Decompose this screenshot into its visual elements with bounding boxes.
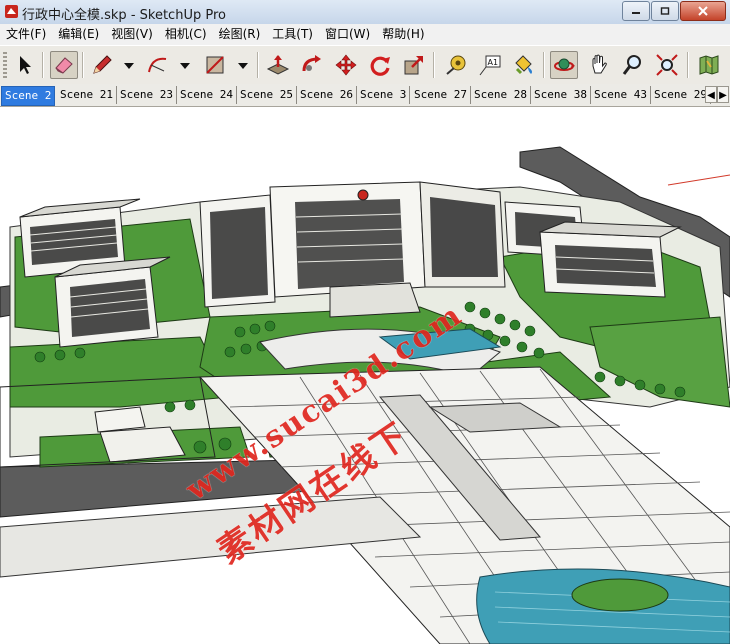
scene-tab[interactable]: Scene 24 (177, 86, 237, 104)
window-title: 行政中心全模.skp - SketchUp Pro (22, 8, 226, 23)
orbit-tool-button[interactable] (550, 51, 578, 79)
eraser-icon (55, 57, 73, 74)
zoom-tool-button[interactable] (619, 51, 647, 79)
maximize-icon (660, 7, 670, 15)
minimize-icon (632, 12, 640, 14)
rotate-tool-button[interactable] (366, 51, 394, 79)
paint-bucket-icon (515, 55, 532, 75)
paint-bucket-tool-button[interactable] (510, 51, 538, 79)
move-tool-button[interactable] (332, 51, 360, 79)
pencil-tool-button[interactable] (88, 51, 116, 79)
orbit-icon (554, 58, 575, 71)
shape-dropdown-icon[interactable] (238, 63, 248, 69)
rectangle-icon (206, 56, 224, 74)
menu-tools[interactable]: 工具(T) (266, 24, 319, 45)
pan-tool-button[interactable] (585, 51, 613, 79)
text-tool-label: A1 (488, 58, 499, 67)
toolbar-separator (543, 52, 545, 78)
map-tool-button[interactable] (695, 51, 723, 79)
toolbar-separator (257, 52, 259, 78)
follow-me-icon (302, 55, 321, 72)
maximize-button[interactable] (651, 1, 679, 21)
toolbar-separator (433, 52, 435, 78)
scene-tab[interactable]: Scene 2 (1, 86, 56, 106)
push-pull-tool-button[interactable] (264, 51, 292, 79)
building-right-lower (539, 221, 682, 298)
arc-dropdown-icon[interactable] (180, 63, 190, 69)
zoom-extents-tool-button[interactable] (653, 51, 681, 79)
move-icon (335, 54, 357, 76)
scene-tab[interactable]: Scene 29 (651, 86, 711, 104)
text-tool-button[interactable]: A1 (476, 51, 504, 79)
water-feature (476, 568, 730, 644)
menu-bar: 文件(F) 编辑(E) 视图(V) 相机(C) 绘图(R) 工具(T) 窗口(W… (0, 24, 730, 45)
toolbar-separator (687, 52, 689, 78)
scene-tab[interactable]: Scene 28 (471, 86, 531, 104)
push-pull-icon (266, 55, 290, 75)
arc-icon (148, 57, 167, 73)
scene-scroll-right-button[interactable]: ▶ (717, 86, 729, 103)
select-icon (20, 56, 31, 74)
map-icon (699, 55, 719, 75)
scene-tab[interactable]: Scene 3 (357, 86, 411, 104)
scale-tool-button[interactable] (400, 51, 428, 79)
pan-icon (592, 54, 607, 74)
scene-tab[interactable]: Scene 43 (591, 86, 651, 104)
rotate-icon (370, 56, 390, 76)
toolbar-separator (42, 52, 44, 78)
scene-scroll-left-button[interactable]: ◀ (705, 86, 717, 103)
close-icon (698, 6, 708, 16)
main-toolbar: A1 (0, 45, 730, 85)
zoom-icon (622, 55, 641, 75)
sketchup-logo-icon (5, 5, 18, 18)
arc-tool-button[interactable] (144, 51, 172, 79)
red-axis (667, 174, 730, 186)
menu-help[interactable]: 帮助(H) (376, 24, 430, 45)
scale-icon (404, 56, 423, 75)
scene-tab[interactable]: Scene 27 (411, 86, 471, 104)
lawn-left-lower (9, 336, 231, 408)
menu-edit[interactable]: 编辑(E) (52, 24, 105, 45)
toolbar-separator (82, 52, 84, 78)
menu-camera[interactable]: 相机(C) (159, 24, 213, 45)
scene-tab[interactable]: Scene 23 (117, 86, 177, 104)
scene-tab[interactable]: Scene 25 (237, 86, 297, 104)
pencil-icon (93, 55, 112, 74)
pavilion-left (94, 406, 146, 433)
menu-window[interactable]: 窗口(W) (319, 24, 376, 45)
follow-me-tool-button[interactable] (298, 51, 326, 79)
model-viewport[interactable]: www.sucai3d.com 素材网在线下 (0, 107, 730, 644)
zoom-extents-icon (656, 54, 678, 76)
menu-file[interactable]: 文件(F) (0, 24, 52, 45)
toolbar-grip[interactable] (3, 52, 7, 78)
menu-draw[interactable]: 绘图(R) (213, 24, 267, 45)
minimize-button[interactable] (622, 1, 650, 21)
title-bar: 行政中心全模.skp - SketchUp Pro (0, 0, 730, 25)
eraser-tool-button[interactable] (50, 51, 78, 79)
scene-tabs-bar: Scene 2 Scene 21 Scene 23 Scene 24 Scene… (0, 84, 730, 107)
pencil-dropdown-icon[interactable] (124, 63, 134, 69)
scene-tab[interactable]: Scene 26 (297, 86, 357, 104)
scene-tab[interactable]: Scene 38 (531, 86, 591, 104)
tape-measure-tool-button[interactable] (442, 51, 470, 79)
tape-measure-icon (446, 55, 466, 75)
close-button[interactable] (680, 1, 726, 21)
select-tool-button[interactable] (11, 51, 39, 79)
rectangle-tool-button[interactable] (201, 51, 229, 79)
menu-view[interactable]: 视图(V) (105, 24, 159, 45)
scene-tab[interactable]: Scene 21 (57, 86, 117, 104)
text-icon: A1 (479, 55, 501, 76)
